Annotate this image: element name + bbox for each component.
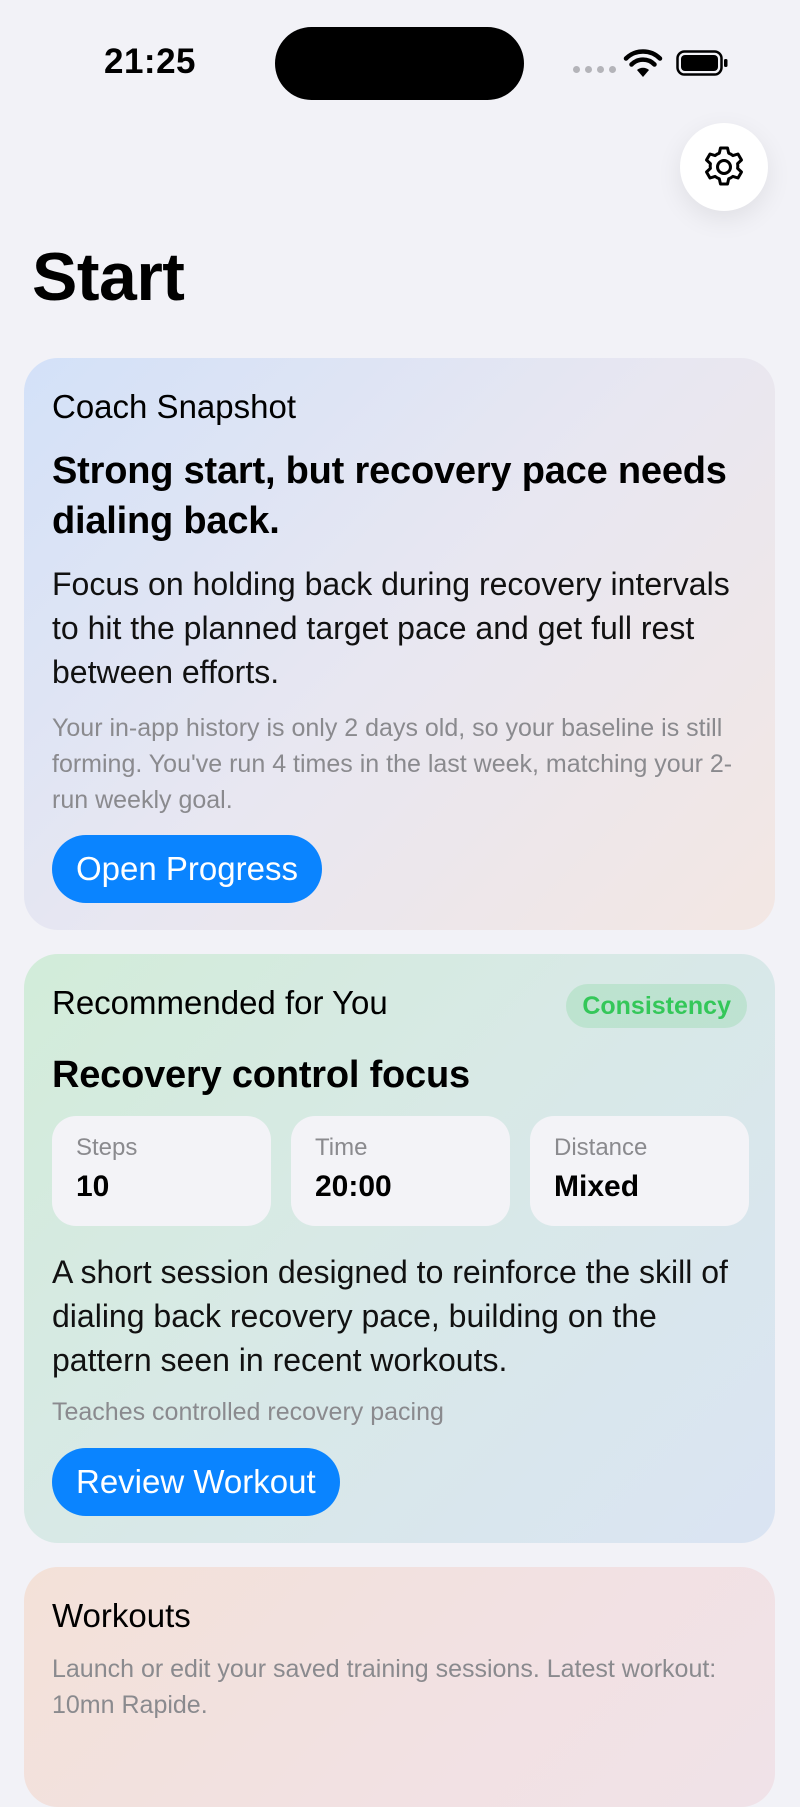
workouts-description: Launch or edit your saved training sessi…: [52, 1655, 717, 1719]
recommended-title: Recovery control focus: [52, 1054, 470, 1096]
stat-label: Steps: [76, 1134, 138, 1161]
open-progress-button[interactable]: Open Progress: [52, 835, 322, 903]
stat-label: Time: [315, 1134, 368, 1161]
battery-icon: [676, 50, 728, 76]
review-workout-button[interactable]: Review Workout: [52, 1448, 340, 1516]
stat-value: Mixed: [554, 1170, 640, 1203]
gear-icon: [705, 146, 743, 186]
stat-value: 20:00: [315, 1170, 392, 1203]
coach-body: Focus on holding back during recovery in…: [52, 566, 730, 690]
dynamic-island: [275, 27, 524, 100]
status-bar: 21:25: [0, 0, 800, 130]
workouts-card[interactable]: Workouts Launch or edit your saved train…: [24, 1567, 775, 1807]
category-badge: Consistency: [566, 984, 747, 1028]
stat-label: Distance: [554, 1134, 648, 1161]
stat-steps: Steps 10: [52, 1116, 271, 1226]
coach-headline: Strong start, but recovery pace needs di…: [52, 450, 727, 542]
coach-snapshot-card: Coach Snapshot Strong start, but recover…: [24, 358, 775, 930]
cellular-signal-icon: [573, 66, 616, 73]
workouts-label: Workouts: [52, 1597, 191, 1634]
stat-time: Time 20:00: [291, 1116, 510, 1226]
settings-button[interactable]: [680, 123, 768, 211]
coach-note: Your in-app history is only 2 days old, …: [52, 714, 733, 814]
stat-value: 10: [76, 1170, 110, 1203]
page-title: Start: [32, 239, 185, 315]
recommended-body: A short session designed to reinforce th…: [52, 1254, 728, 1378]
coach-snapshot-label: Coach Snapshot: [52, 388, 297, 425]
wifi-icon: [623, 49, 663, 77]
recommended-label: Recommended for You: [52, 984, 388, 1021]
recommended-note: Teaches controlled recovery pacing: [52, 1398, 444, 1426]
recommended-card: Recommended for You Consistency Recovery…: [24, 954, 775, 1543]
status-time: 21:25: [104, 42, 197, 81]
stat-distance: Distance Mixed: [530, 1116, 749, 1226]
